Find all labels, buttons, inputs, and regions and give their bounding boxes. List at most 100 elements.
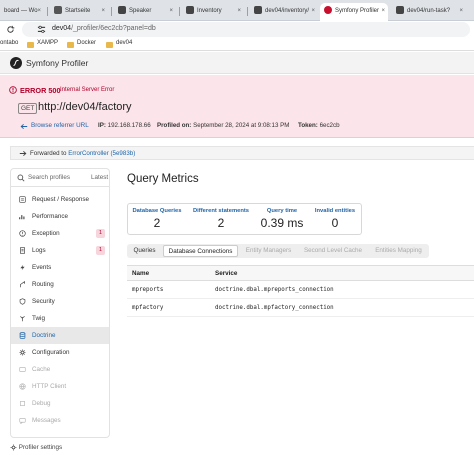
symfony-favicon-icon (324, 6, 332, 15)
routing-icon (20, 281, 25, 288)
table-header: Name Service (127, 266, 474, 281)
column-header-service: Service (215, 270, 238, 277)
profile-search-row: Search profiles Latest (11, 169, 109, 187)
nav-exception[interactable]: Exception 1 (11, 225, 109, 242)
close-icon[interactable]: × (459, 3, 463, 19)
close-icon[interactable]: × (169, 3, 173, 19)
nav-http-client[interactable]: HTTP Client (11, 378, 109, 395)
close-icon[interactable]: × (311, 3, 315, 19)
debug-icon (20, 401, 25, 406)
token-info: Token: 6ec2cb (298, 122, 340, 129)
nav-routing[interactable]: Routing (11, 276, 109, 293)
symfony-logo-icon (10, 57, 22, 69)
profiler-settings-link[interactable]: Profiler settings (10, 444, 62, 451)
messages-icon (19, 418, 26, 424)
close-icon[interactable]: × (37, 3, 41, 19)
nav-configuration[interactable]: Configuration (11, 344, 109, 361)
tab-favicon-icon (118, 6, 126, 15)
tab-favicon-icon (254, 6, 262, 15)
table-row: mpfactory doctrine.dbal.mpfactory_connec… (127, 299, 474, 317)
nav-security[interactable]: Security (11, 293, 109, 310)
bookmarks-bar: ontabo XAMPP Docker dev04 (0, 38, 474, 51)
nav-events[interactable]: Events (11, 259, 109, 276)
browser-tab[interactable]: Speaker × (114, 3, 176, 19)
browser-tab[interactable]: board — Wo × (0, 3, 44, 19)
forwarded-text: Forwarded to ErrorController (5e983b) (30, 150, 136, 157)
performance-icon (19, 215, 25, 220)
folder-icon (67, 42, 74, 48)
exception-count-badge: 1 (96, 229, 105, 238)
bookmark-item[interactable]: XAMPP (37, 40, 58, 46)
nav-twig[interactable]: Twig (11, 310, 109, 327)
nav-doctrine[interactable]: Doctrine (11, 327, 109, 344)
tab-entity-managers[interactable]: Entity Managers (240, 245, 297, 257)
cache-icon (19, 367, 26, 372)
request-icon (19, 196, 26, 203)
browser-tab[interactable]: dev04/inventory/× (250, 3, 318, 19)
nav-cache[interactable]: Cache (11, 361, 109, 378)
gear-icon (19, 349, 26, 356)
tab-favicon-icon (54, 6, 62, 15)
forwarded-bar: Forwarded to ErrorController (5e983b) (10, 146, 474, 160)
database-icon (19, 332, 26, 339)
tab-database-connections[interactable]: Database Connections (163, 245, 238, 257)
address-bar: dev04/_profiler/6ec2cb?panel=db (0, 21, 474, 38)
browser-tab[interactable]: Inventory × (182, 3, 244, 19)
url-text: dev04/_profiler/6ec2cb?panel=db (52, 25, 156, 32)
latest-link[interactable]: Latest (91, 174, 108, 181)
page-title: Query Metrics (127, 173, 199, 185)
tab-entities-mapping[interactable]: Entities Mapping (369, 245, 428, 257)
bookmark-item[interactable]: ontabo (0, 40, 18, 46)
error-icon (9, 86, 17, 94)
shield-icon (19, 298, 26, 305)
profiler-sidebar: Search profiles Latest Request / Respons… (10, 168, 110, 438)
gear-icon (10, 444, 17, 451)
forwarded-link[interactable]: ErrorController (5e983b) (68, 150, 135, 157)
logs-count-badge: 1 (96, 246, 105, 255)
folder-icon (106, 42, 113, 48)
twig-icon (20, 316, 25, 322)
metric-invalid-entities: Invalid entities 0 (314, 208, 356, 230)
error-summary: ERROR 500 Internal Server Error GET http… (0, 75, 474, 138)
tab-second-level-cache[interactable]: Second Level Cache (299, 245, 367, 257)
logs-icon (20, 247, 25, 254)
globe-icon (19, 383, 26, 390)
metric-different-statements: Different statements 2 (192, 208, 250, 230)
nav-messages[interactable]: Messages (11, 412, 109, 429)
profiled-on-info: Profiled on: September 28, 2024 at 9:08:… (157, 122, 290, 129)
profiler-header: Symfony Profiler (0, 52, 474, 74)
profiler-brand: Symfony Profiler (26, 58, 89, 68)
folder-icon (27, 42, 34, 48)
browser-tab[interactable]: dev04/run-task? × (392, 3, 466, 19)
tab-queries[interactable]: Queries (128, 245, 161, 257)
nav-request-response[interactable]: Request / Response (11, 191, 109, 208)
close-icon[interactable]: × (381, 3, 385, 19)
connections-table: Name Service mpreports doctrine.dbal.mpr… (127, 265, 474, 317)
nav-performance[interactable]: Performance (11, 208, 109, 225)
browse-referrer-link[interactable]: Browse referrer URL (31, 122, 89, 129)
events-icon (20, 264, 25, 271)
metric-database-queries: Database Queries 2 (132, 208, 182, 230)
url-field[interactable]: dev04/_profiler/6ec2cb?panel=db (22, 22, 470, 37)
search-profiles-link[interactable]: Search profiles (28, 174, 70, 181)
request-url: http://dev04/factory (38, 101, 132, 113)
metric-query-time: Query time 0.39 ms (260, 208, 304, 230)
browser-tab-bar: board — Wo × Startseite × Speaker × Invento… (0, 0, 474, 21)
browser-tab-active[interactable]: Symfony Profiler × (320, 3, 388, 21)
arrow-left-icon (20, 123, 28, 130)
nav-debug[interactable]: Debug (11, 395, 109, 412)
close-icon[interactable]: × (237, 3, 241, 19)
bookmark-item[interactable]: Docker (77, 40, 96, 46)
close-icon[interactable]: × (101, 3, 105, 19)
site-info-icon[interactable] (37, 25, 46, 34)
exception-icon (19, 230, 26, 237)
reload-icon[interactable] (6, 25, 15, 34)
column-header-name: Name (132, 270, 150, 277)
error-code: ERROR 500 (20, 86, 61, 95)
nav-logs[interactable]: Logs 1 (11, 242, 109, 259)
error-text: Internal Server Error (60, 87, 115, 93)
tab-favicon-icon (186, 6, 194, 15)
bookmark-item[interactable]: dev04 (116, 40, 132, 46)
tab-favicon-icon (396, 6, 404, 15)
browser-tab[interactable]: Startseite × (50, 3, 108, 19)
